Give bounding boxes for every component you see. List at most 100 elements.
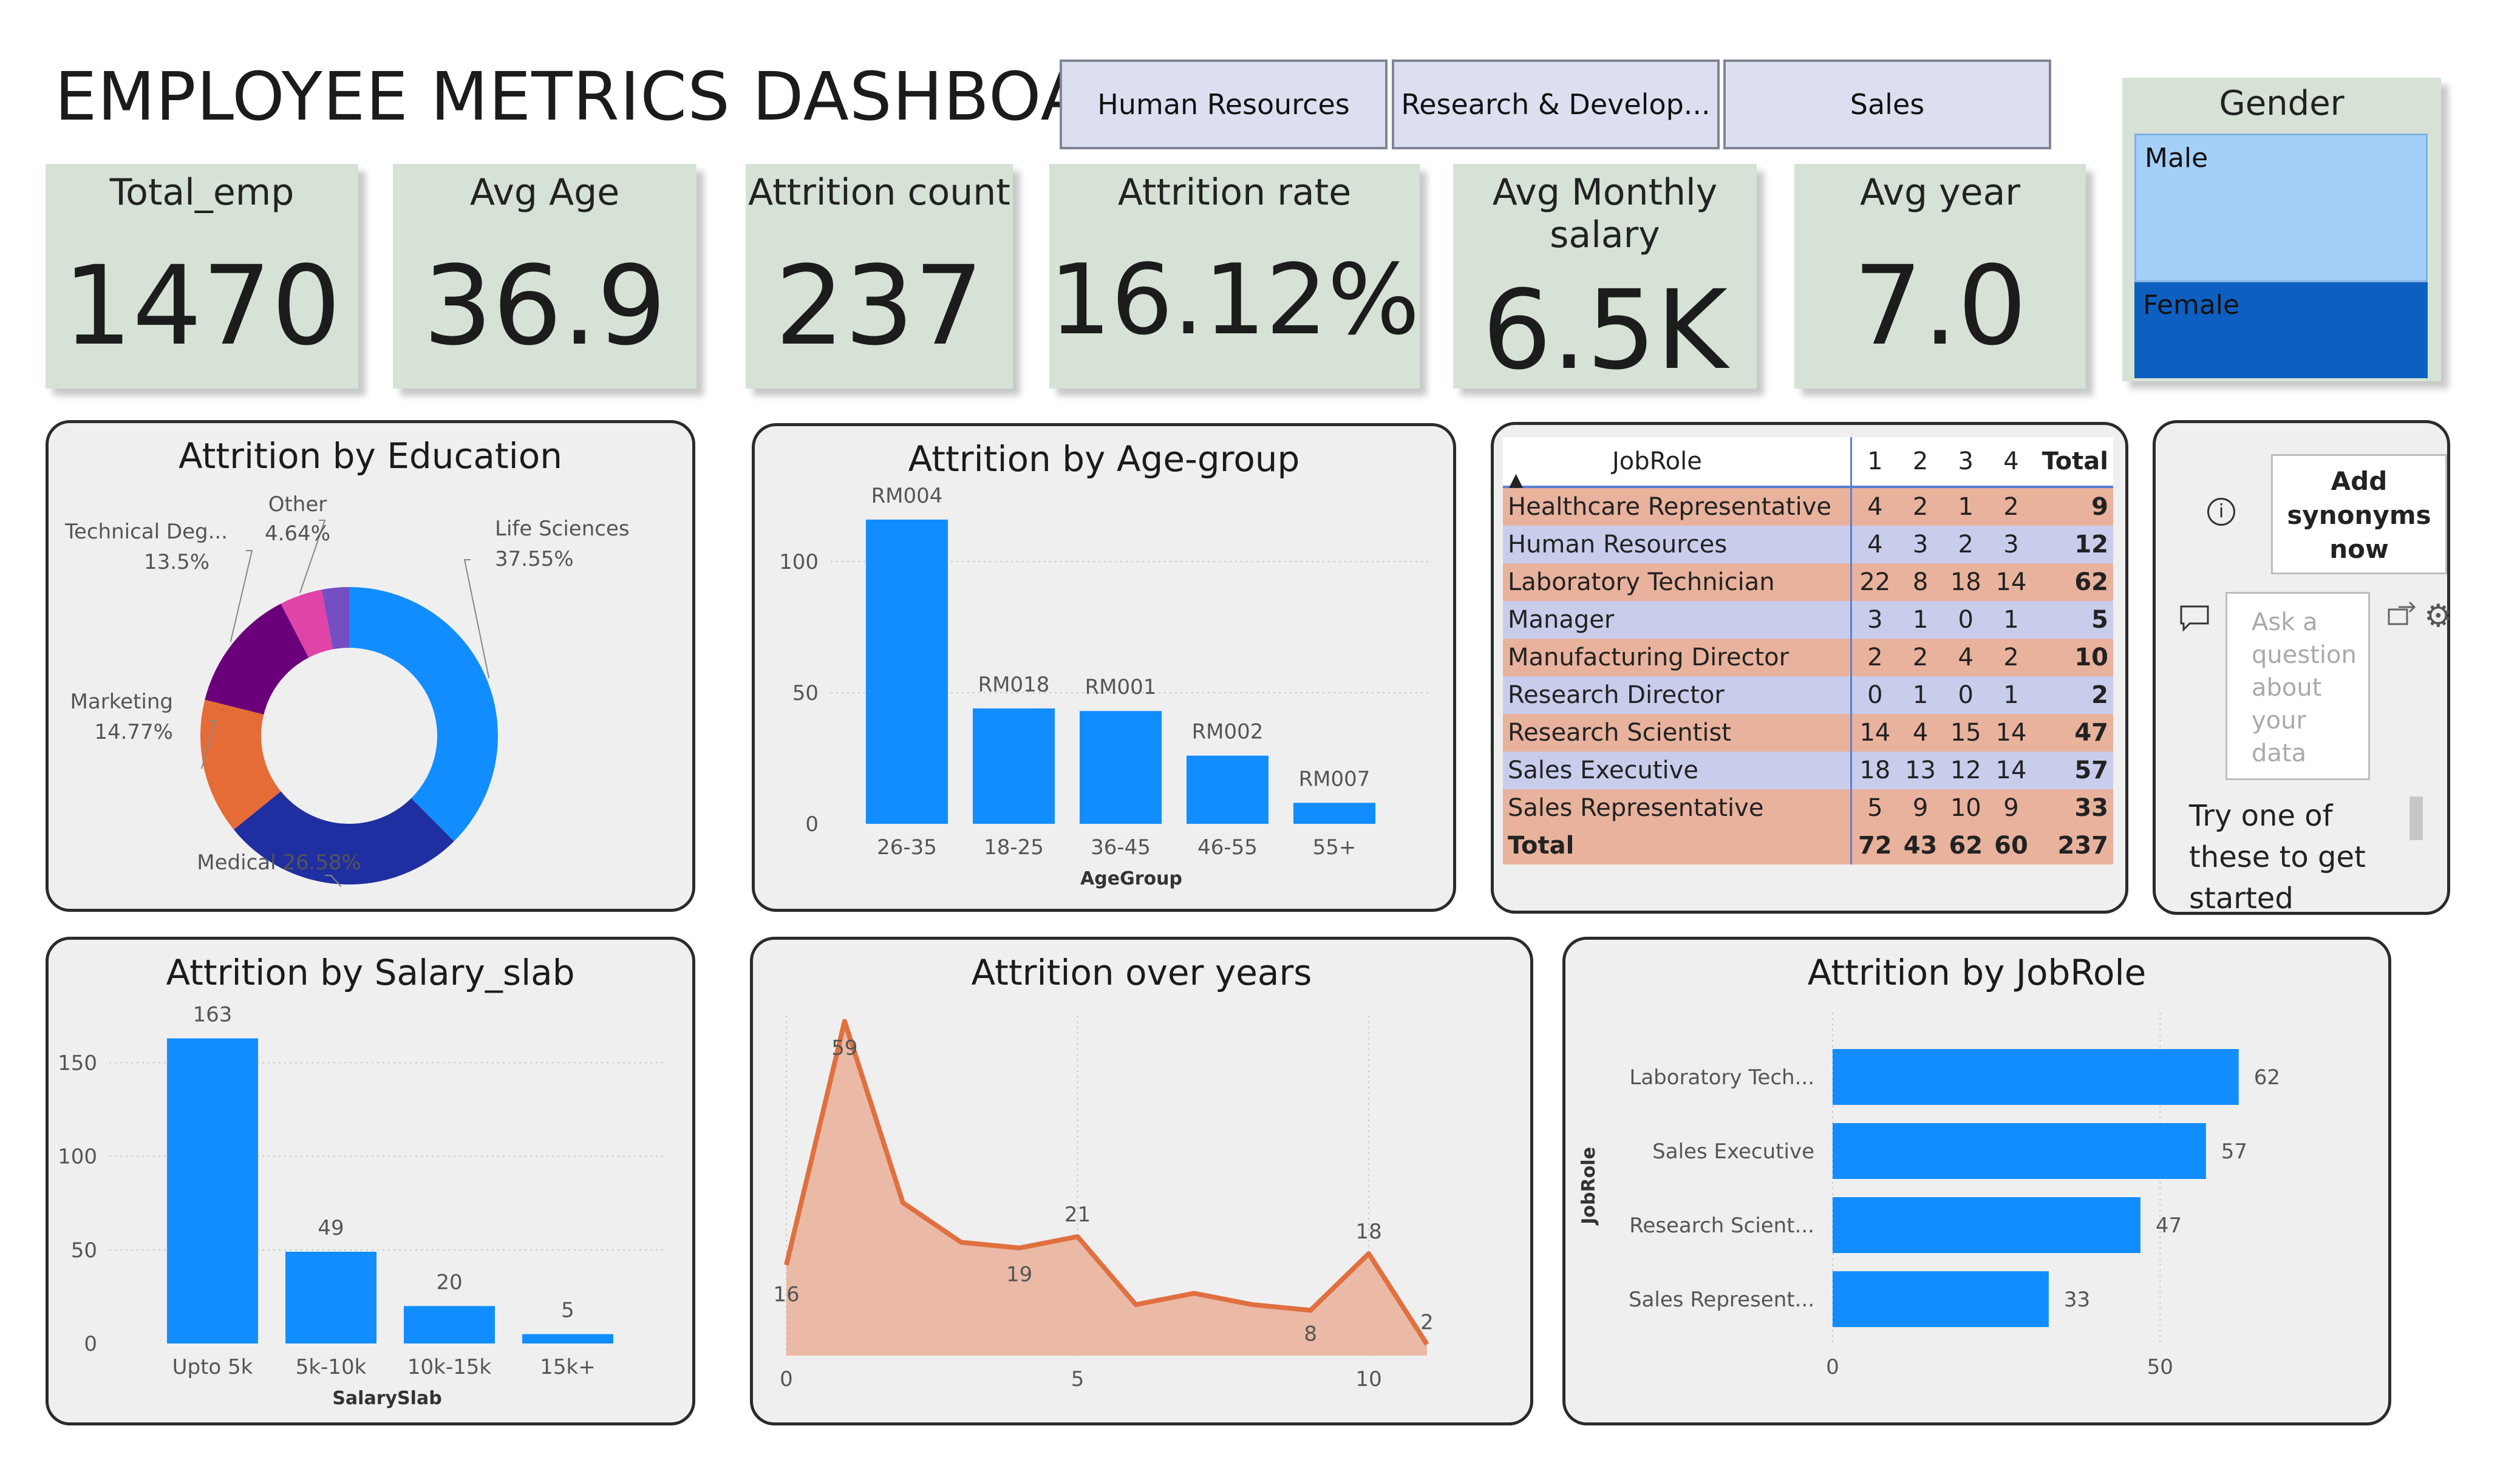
y-tick-label: 0 xyxy=(84,1332,97,1356)
bar xyxy=(285,1251,376,1343)
matrix-cell-jobrole: Research Director xyxy=(1503,676,1853,714)
matrix-cell-total: 5 xyxy=(2091,606,2108,634)
bar xyxy=(866,519,948,824)
qa-question-input[interactable]: Ask a question about your data xyxy=(2225,592,2370,780)
slicer-human-resources[interactable]: Human Resources xyxy=(1060,59,1388,149)
matrix-cell-value: 1 xyxy=(2003,606,2019,634)
donut-percent-label: 14.77% xyxy=(94,720,173,744)
matrix-header-3[interactable]: 3 xyxy=(1943,437,1989,488)
y-tick-label: Research Scient... xyxy=(1629,1214,1814,1238)
y-tick-label: Sales Represent... xyxy=(1629,1288,1814,1312)
bar xyxy=(1833,1271,2049,1327)
kpi-avg-salary-value: 6.5K xyxy=(1482,267,1728,394)
jobrole-matrix: JobRole ▲ 1 2 3 4 Total Healthcare Repres… xyxy=(1503,437,2113,864)
salary-bar-chart: 0 50 100 150 163 Upto 5k 49 5k-10k 20 10k-15k 5 15k… xyxy=(58,1002,665,1409)
bar-data-label: RM001 xyxy=(1085,675,1157,699)
matrix-header-jobrole-label: JobRole xyxy=(1612,447,1702,475)
bar xyxy=(1293,803,1375,824)
matrix-cell-value: 2 xyxy=(2003,493,2019,521)
qa-hint-text: Try one of these to get started xyxy=(2189,799,2366,915)
x-tick-label: 36-45 xyxy=(1091,835,1151,860)
point-data-label: 16 xyxy=(773,1283,799,1307)
matrix-cell-value: 0 xyxy=(1867,681,1883,709)
donut-slice xyxy=(349,587,498,841)
donut-percent-label: 37.55% xyxy=(495,547,574,571)
gender-female-label: Female xyxy=(2143,290,2240,321)
x-axis-title: SalarySlab xyxy=(332,1388,441,1409)
kpi-attrition-rate-label: Attrition rate xyxy=(1117,171,1352,214)
matrix-cell-total: 12 xyxy=(2074,531,2108,559)
bar xyxy=(522,1334,613,1343)
x-tick-label: 55+ xyxy=(1313,835,1357,860)
matrix-cell-value: 3 xyxy=(1867,606,1883,634)
matrix-row: Research Director 0 1 0 1 2 xyxy=(1503,676,2113,714)
matrix-cell-value: 14 xyxy=(1859,719,1891,747)
x-tick-label: 50 xyxy=(2147,1355,2173,1379)
matrix-cell-value: 13 xyxy=(1905,756,1936,784)
matrix-header-row: JobRole ▲ 1 2 3 4 Total xyxy=(1503,437,2113,491)
matrix-cell-value: 0 xyxy=(1958,681,1973,709)
gender-female-tile[interactable]: Female xyxy=(2134,282,2428,378)
matrix-header-2[interactable]: 2 xyxy=(1898,437,1943,488)
matrix-cell-total: 47 xyxy=(2074,719,2108,747)
settings-gear-icon[interactable]: ⚙ xyxy=(2424,598,2453,634)
kpi-avg-year-value: 7.0 xyxy=(1853,243,2028,370)
x-tick-label: 0 xyxy=(1826,1355,1839,1379)
matrix-cell-jobrole: Research Scientist xyxy=(1503,714,1853,752)
kpi-total-emp: Total_emp 1470 xyxy=(46,164,358,389)
info-icon[interactable]: i xyxy=(2207,498,2235,526)
matrix-header-jobrole[interactable]: JobRole ▲ xyxy=(1503,437,1853,491)
matrix-cell-value: 2 xyxy=(1912,644,1929,671)
y-tick-label: 50 xyxy=(792,681,819,705)
chat-icon[interactable] xyxy=(2179,604,2212,633)
matrix-cell-value: 2 xyxy=(1912,493,1929,521)
x-tick-label: 18-25 xyxy=(984,835,1044,860)
qa-scrollbar[interactable] xyxy=(2409,796,2423,840)
slicer-sales[interactable]: Sales xyxy=(1723,59,2051,149)
matrix-cell-total: 2 xyxy=(2091,681,2108,709)
matrix-cell-value: 4 xyxy=(1912,719,1929,747)
kpi-attrition-rate-value: 16.12% xyxy=(1049,243,1420,356)
bar xyxy=(1833,1197,2140,1253)
matrix-cell-value: 3 xyxy=(1912,531,1929,559)
kpi-avg-year: Avg year 7.0 xyxy=(1794,164,2086,389)
bar xyxy=(1080,711,1162,824)
matrix-total-row: Total 72 43 62 60 237 xyxy=(1503,827,2113,864)
matrix-cell-value: 10 xyxy=(1950,794,1981,822)
matrix-header-total[interactable]: Total xyxy=(2034,437,2113,488)
matrix-cell-jobrole: Human Resources xyxy=(1503,526,1853,563)
bar-data-label: 47 xyxy=(2156,1214,2182,1238)
matrix-row: Research Scientist 14 4 15 14 47 xyxy=(1503,714,2113,752)
matrix-row: Manufacturing Director 2 2 4 2 10 xyxy=(1503,639,2113,676)
bar-data-label: 163 xyxy=(193,1002,233,1027)
bar-data-label: RM002 xyxy=(1192,720,1264,744)
matrix-cell-value: 1 xyxy=(2003,681,2019,709)
kpi-total-emp-value: 1470 xyxy=(63,243,341,370)
matrix-cell-jobrole: Sales Executive xyxy=(1503,752,1853,789)
matrix-header-1[interactable]: 1 xyxy=(1851,437,1898,488)
matrix-row: Manager 3 1 0 1 5 xyxy=(1503,601,2113,639)
matrix-header-4[interactable]: 4 xyxy=(1988,437,2034,488)
matrix-cell-value: 2 xyxy=(1958,531,1973,559)
kpi-avg-year-label: Avg year xyxy=(1859,171,2021,214)
x-tick-label: 0 xyxy=(780,1367,793,1391)
gender-male-tile[interactable]: Male xyxy=(2134,134,2428,282)
kpi-avg-age: Avg Age 36.9 xyxy=(393,164,696,389)
matrix-row: Sales Representative 5 9 10 9 33 xyxy=(1503,789,2113,827)
share-icon[interactable] xyxy=(2386,601,2419,628)
matrix-total-label: Total xyxy=(1503,827,1853,864)
matrix-cell-jobrole: Healthcare Representative xyxy=(1503,487,1853,526)
x-tick-label: 46-55 xyxy=(1197,835,1258,860)
matrix-total-value: 43 xyxy=(1903,832,1938,860)
matrix-total-value: 60 xyxy=(1994,832,2028,860)
matrix-cell-value: 22 xyxy=(1859,568,1891,596)
matrix-cell-value: 3 xyxy=(2003,531,2019,559)
slicer-research-development[interactable]: Research & Develop... xyxy=(1392,59,1720,149)
area-fill xyxy=(786,1021,1427,1356)
x-tick-label: 5k-10k xyxy=(296,1355,367,1379)
add-synonyms-button[interactable]: Add synonyms now xyxy=(2271,454,2447,574)
bar-data-label: RM007 xyxy=(1299,767,1371,791)
donut-label: Life Sciences xyxy=(495,517,630,541)
kpi-avg-age-label: Avg Age xyxy=(469,171,620,214)
matrix-cell-value: 18 xyxy=(1859,756,1891,784)
